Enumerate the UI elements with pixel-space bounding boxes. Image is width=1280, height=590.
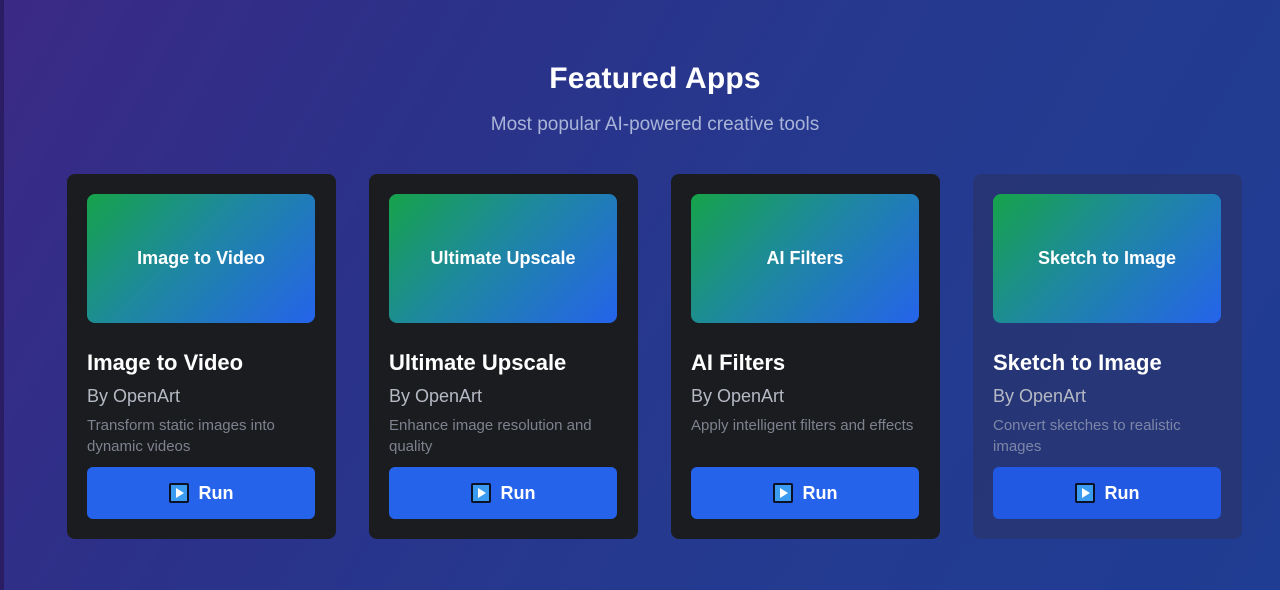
app-card-sketch-to-image[interactable]: Sketch to Image Sketch to Image By OpenA…	[973, 174, 1242, 539]
app-description: Convert sketches to realistic images	[993, 417, 1181, 455]
section-subtitle: Most popular AI-powered creative tools	[490, 114, 820, 135]
app-author: By OpenArt	[389, 386, 483, 406]
app-title[interactable]: Sketch to Image	[993, 350, 1222, 376]
run-button-label: Run	[1104, 482, 1140, 503]
app-thumbnail[interactable]: Ultimate Upscale	[389, 194, 617, 323]
section-title: Featured Apps	[549, 62, 761, 95]
play-icon	[1074, 483, 1095, 503]
app-card-ultimate-upscale[interactable]: Ultimate Upscale Ultimate Upscale By Ope…	[369, 174, 638, 539]
thumbnail-label: Ultimate Upscale	[430, 248, 576, 268]
app-author: By OpenArt	[993, 386, 1087, 406]
run-button[interactable]: Run	[87, 467, 315, 519]
run-button[interactable]: Run	[993, 467, 1221, 519]
app-author: By OpenArt	[87, 386, 181, 406]
app-cards: Image to Video Image to Video By OpenArt…	[67, 174, 1242, 539]
app-title[interactable]: Ultimate Upscale	[389, 350, 618, 376]
app-card-ai-filters[interactable]: AI Filters AI Filters By OpenArt Apply i…	[671, 174, 940, 539]
app-thumbnail[interactable]: AI Filters	[691, 194, 919, 323]
thumbnail-label: Image to Video	[137, 248, 265, 268]
app-description: Transform static images into dynamic vid…	[87, 417, 275, 455]
run-button-label: Run	[500, 482, 536, 503]
featured-header: Featured Apps Most popular AI-powered cr…	[0, 62, 1280, 136]
app-thumbnail[interactable]: Image to Video	[87, 194, 315, 323]
app-card-image-to-video[interactable]: Image to Video Image to Video By OpenArt…	[67, 174, 336, 539]
run-button[interactable]: Run	[389, 467, 617, 519]
app-title[interactable]: AI Filters	[691, 350, 920, 376]
app-thumbnail[interactable]: Sketch to Image	[993, 194, 1221, 323]
app-description: Apply intelligent filters and effects	[691, 417, 914, 434]
app-author: By OpenArt	[691, 386, 785, 406]
app-title[interactable]: Image to Video	[87, 350, 316, 376]
run-button[interactable]: Run	[691, 467, 919, 519]
thumbnail-label: AI Filters	[766, 248, 844, 268]
app-description: Enhance image resolution and quality	[389, 417, 592, 455]
play-icon	[772, 483, 793, 503]
run-button-label: Run	[198, 482, 234, 503]
run-button-label: Run	[802, 482, 838, 503]
play-icon	[470, 483, 491, 503]
thumbnail-label: Sketch to Image	[1037, 248, 1177, 268]
play-icon	[168, 483, 189, 503]
